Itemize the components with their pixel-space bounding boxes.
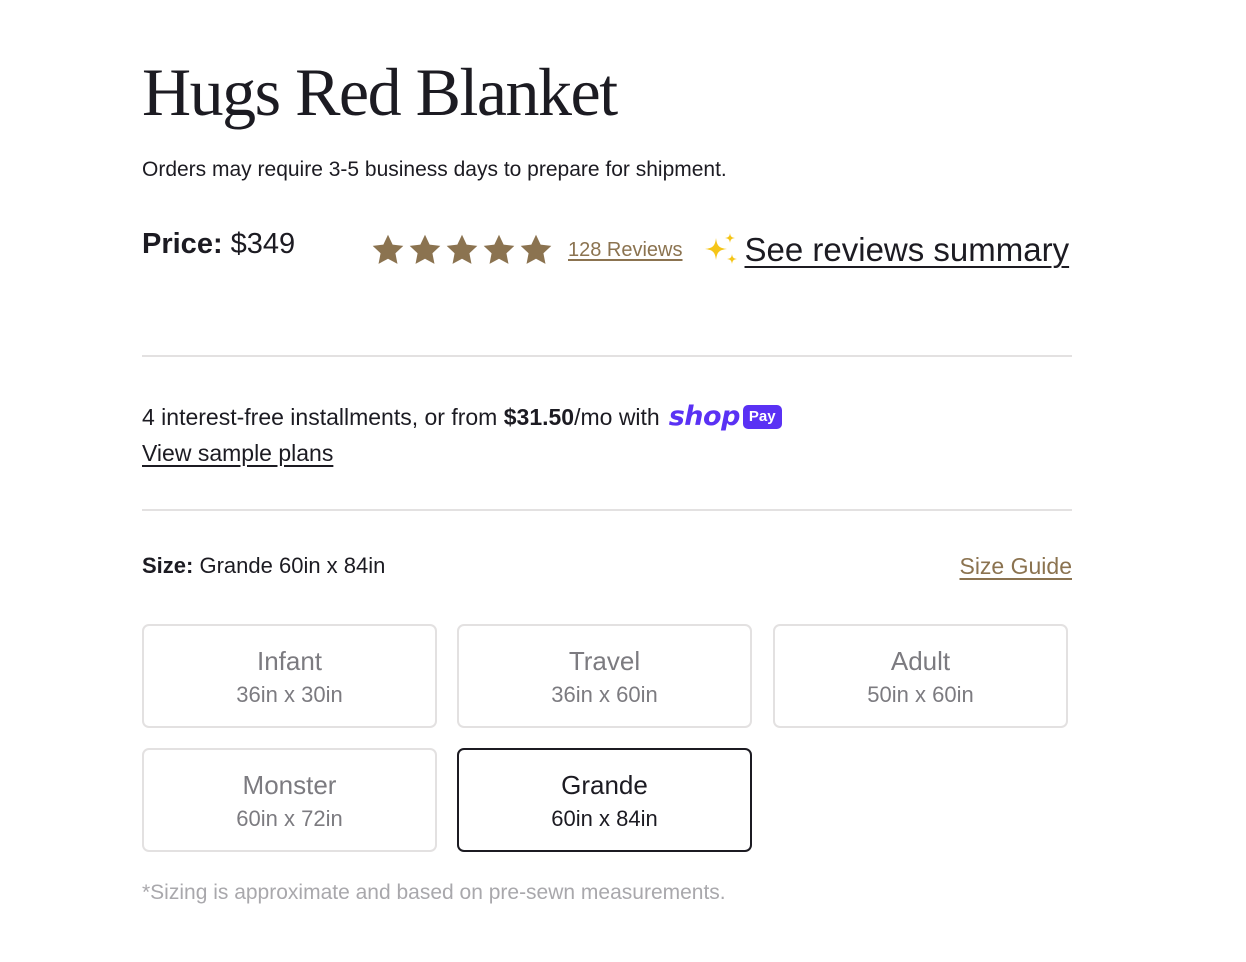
reviews-count-link[interactable]: 128 Reviews	[568, 239, 683, 262]
installments-text-prefix: 4 interest-free installments, or from	[142, 404, 504, 430]
size-option-adult[interactable]: Adult 50in x 60in	[773, 624, 1068, 728]
installments-amount: $31.50	[503, 404, 575, 430]
product-title: Hugs Red Blanket	[142, 54, 618, 130]
view-sample-plans-link[interactable]: View sample plans	[142, 436, 333, 470]
size-option-dimensions: 36in x 60in	[551, 682, 658, 707]
star-icon	[372, 234, 404, 264]
size-option-name: Monster	[242, 770, 337, 800]
installments-text-suffix: /mo with	[574, 404, 660, 430]
size-option-infant[interactable]: Infant 36in x 30in	[142, 624, 437, 728]
shop-pay-wordmark: shop	[668, 401, 741, 432]
star-icon	[520, 234, 552, 264]
size-label: Size:	[142, 553, 194, 578]
shop-pay-badge: Pay	[742, 405, 782, 429]
star-icon	[409, 234, 441, 264]
size-option-name: Adult	[890, 646, 951, 676]
installments-message: 4 interest-free installments, or from $3…	[142, 400, 782, 434]
reviews-summary-link[interactable]: See reviews summary	[745, 231, 1070, 269]
size-option-name: Infant	[256, 646, 323, 676]
size-option-dimensions: 60in x 72in	[236, 806, 343, 831]
price-label: Price:	[142, 228, 223, 260]
size-option-name: Grande	[561, 770, 648, 800]
shop-pay-logo[interactable]: shop Pay	[669, 402, 782, 432]
size-guide-link[interactable]: Size Guide	[959, 551, 1072, 581]
price-value: $349	[230, 228, 296, 260]
shipping-notice: Orders may require 3-5 business days to …	[142, 158, 727, 181]
size-option-grande[interactable]: Grande 60in x 84in	[457, 748, 752, 852]
sparkle-icon	[704, 233, 737, 264]
star-icon	[483, 234, 515, 264]
size-option-travel[interactable]: Travel 36in x 60in	[457, 624, 752, 728]
size-option-monster[interactable]: Monster 60in x 72in	[142, 748, 437, 852]
star-rating[interactable]	[370, 232, 554, 268]
size-selection-header: Size: Grande 60in x 84in Size Guide	[142, 551, 1072, 581]
size-option-dimensions: 50in x 60in	[867, 682, 974, 707]
star-icon	[446, 234, 478, 264]
divider	[142, 355, 1072, 357]
price: Price: $349	[142, 226, 295, 262]
divider	[142, 509, 1072, 511]
size-option-dimensions: 36in x 30in	[236, 682, 343, 707]
size-option-name: Travel	[568, 646, 641, 676]
sizing-footnote: *Sizing is approximate and based on pre-…	[142, 881, 726, 904]
size-option-dimensions: 60in x 84in	[551, 806, 658, 831]
rating-row: 128 Reviews See reviews summary	[370, 230, 1069, 270]
size-selected-value: Grande 60in x 84in	[199, 553, 386, 578]
